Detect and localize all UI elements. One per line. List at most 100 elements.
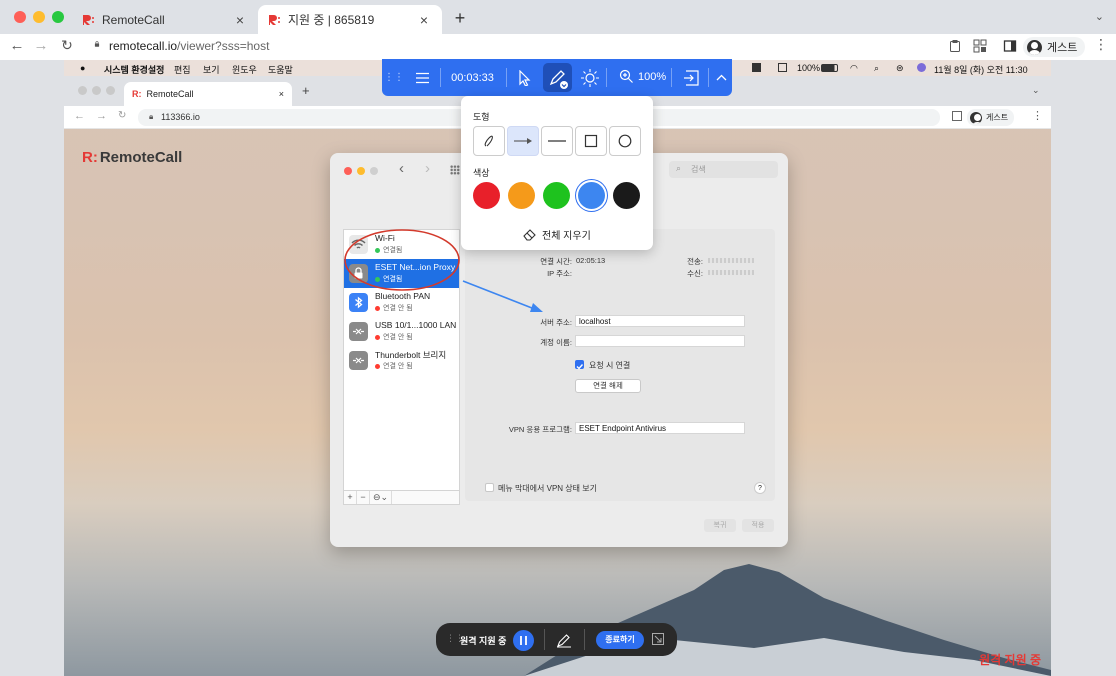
new-tab-button[interactable]: + [451,8,469,29]
freehand-tool-button[interactable] [473,126,505,156]
remove-service-button[interactable]: − [357,491,370,504]
close-window-button[interactable] [14,11,26,23]
inner-forward-arrow-icon[interactable]: → [96,110,107,122]
extensions-icon[interactable] [973,39,987,53]
url-field[interactable]: remotecall.io/viewer?sss=host [109,39,269,53]
drag-handle-icon[interactable]: ⋮⋮ [384,59,404,96]
apple-menu-icon[interactable]: ● [80,63,85,73]
tab-title: RemoteCall [102,12,165,27]
circle-tool-button[interactable] [609,126,641,156]
service-wifi[interactable]: Wi-Fi 연결됨 [344,230,459,259]
tab-support-session[interactable]: 지원 중 | 865819 × [258,5,442,34]
menu-kebab-icon[interactable]: ⋮ [1094,36,1108,53]
tab-remotecall[interactable]: RemoteCall × [72,5,258,34]
menu-app[interactable]: 시스템 환경설정 [104,63,164,76]
laser-pointer-icon[interactable] [579,68,601,88]
clear-all-button[interactable]: 전체 지우기 [523,227,591,242]
service-status: 연결됨 [375,245,402,255]
inner-side-panel-icon[interactable] [952,111,962,121]
add-service-button[interactable]: + [344,491,357,504]
inner-menu-kebab-icon[interactable]: ⋮ [1032,109,1043,122]
menubar-datetime: 11월 8일 (화) 오전 11:30 [934,65,1028,75]
prefs-close-button[interactable] [344,167,352,175]
menu-hamburger-icon[interactable] [409,59,435,96]
show-all-grid-icon[interactable] [450,165,460,175]
inner-tab-close-button[interactable]: × [279,89,284,99]
tab-close-button[interactable]: × [232,12,248,28]
prefs-search-field[interactable]: ⌕ 검색 [669,161,778,178]
end-session-button[interactable]: 종료하기 [596,631,644,649]
back-arrow-icon[interactable]: ← [8,37,26,54]
help-button[interactable]: ? [754,482,766,494]
color-black-swatch[interactable] [613,182,640,209]
menubar-status-icon[interactable] [752,63,761,72]
maximize-window-button[interactable] [52,11,64,23]
inner-tab-remotecall[interactable]: R: RemoteCall × [124,82,292,106]
tab-close-button[interactable]: × [416,12,432,28]
minimize-window-button[interactable] [33,11,45,23]
show-vpn-in-menubar-checkbox[interactable] [485,483,494,492]
side-panel-icon[interactable] [1003,39,1017,53]
menu-view[interactable]: 보기 [203,63,220,76]
color-green-swatch[interactable] [543,182,570,209]
remotecall-favicon-icon [82,14,94,26]
minimize-session-bar-icon[interactable] [652,633,664,645]
siri-icon[interactable] [917,63,926,72]
server-address-field[interactable]: localhost [575,315,745,327]
menu-help[interactable]: 도움말 [268,63,293,76]
color-red-swatch[interactable] [473,182,500,209]
line-tool-button[interactable] [541,126,573,156]
inner-new-tab-button[interactable]: + [302,83,310,98]
profile-button[interactable]: 게스트 [1023,37,1086,57]
arrow-tool-button[interactable] [507,126,539,156]
service-bluetooth-pan[interactable]: Bluetooth PAN 연결 안 됨 [344,288,459,317]
reload-icon[interactable]: ↻ [58,37,76,54]
inner-tab-menu-chevron-icon[interactable]: ⌄ [1032,85,1040,96]
inner-maximize-button[interactable] [106,86,115,95]
url-host: remotecall.io [109,39,178,53]
toolbar-divider [708,68,709,87]
inner-profile-label: 게스트 [986,113,1009,122]
session-draw-button[interactable] [556,632,572,648]
service-thunderbolt-bridge[interactable]: Thunderbolt 브리지 연결 안 됨 [344,346,459,375]
tab-search-chevron-icon[interactable]: ⌄ [1095,10,1104,23]
forward-arrow-icon[interactable]: → [32,37,50,54]
service-status-text: 연결됨 [383,247,403,254]
status-dot-icon [375,305,380,311]
disconnect-button[interactable]: 연결 해제 [575,379,641,393]
collapse-toolbar-chevron-icon[interactable] [715,71,728,84]
prefs-minimize-button[interactable] [357,167,365,175]
inner-url: 113366.io [161,112,200,122]
inner-reload-icon[interactable]: ↻ [118,110,126,121]
menu-window[interactable]: 윈도우 [232,63,257,76]
account-name-field[interactable] [575,335,745,347]
vpn-app-field[interactable]: ESET Endpoint Antivirus [575,422,745,434]
zoom-control[interactable]: 100% [619,69,666,84]
menubar-grid-icon[interactable] [778,63,787,72]
service-eset-proxy[interactable]: ESET Net...ion Proxy 연결됨 [344,259,459,288]
prefs-forward-chevron-icon[interactable]: › [425,160,430,177]
connect-on-demand-checkbox[interactable] [575,360,584,370]
tab-title: 지원 중 | 865819 [288,13,375,27]
color-blue-swatch[interactable] [578,182,605,209]
pointer-tool-icon[interactable] [512,59,538,96]
color-orange-swatch[interactable] [508,182,535,209]
inner-minimize-button[interactable] [92,86,101,95]
draw-tool-button[interactable] [543,63,572,92]
control-center-icon[interactable]: ⊜ [896,63,904,74]
inner-close-button[interactable] [78,86,87,95]
spotlight-icon[interactable]: ⌕ [874,63,879,74]
inner-back-arrow-icon[interactable]: ← [74,110,85,122]
rectangle-tool-button[interactable] [575,126,607,156]
prefs-back-chevron-icon[interactable]: ‹ [399,160,404,177]
clipboard-icon[interactable] [948,39,962,53]
menu-edit[interactable]: 편집 [174,63,191,76]
prefs-zoom-button[interactable] [370,167,378,175]
service-usb-lan[interactable]: USB 10/1...1000 LAN 연결 안 됨 [344,317,459,346]
session-bar: ⋮⋮ 원격 지원 중 종료하기 [436,623,677,656]
exit-fullscreen-icon[interactable] [683,69,701,87]
wifi-icon[interactable]: ◠ [850,63,858,74]
inner-profile-button[interactable]: 게스트 [967,109,1015,126]
service-actions-menu-button[interactable]: ⊖⌄ [370,491,392,504]
pause-session-button[interactable] [513,630,534,651]
